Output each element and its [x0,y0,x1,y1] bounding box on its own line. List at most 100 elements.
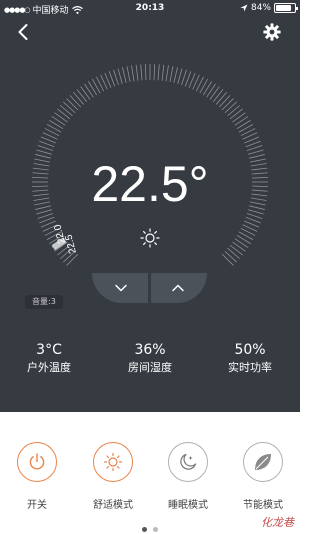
dial-tick [157,64,160,81]
dial-tick [153,64,156,81]
sun-icon [103,452,123,472]
chevron-up-icon [172,284,184,292]
dial-tick [140,64,143,81]
dial-tick [37,213,54,219]
dial-tick [245,140,261,148]
mode-label: 舒适模式 [93,500,133,511]
page-dot-active [142,527,147,532]
mode-label: 开关 [27,500,47,511]
dial-tick [49,120,64,130]
dial-tick [108,71,116,87]
dial-tick [161,64,165,81]
dial-tick [54,112,68,123]
dial-tick [88,81,98,96]
dial-tick [39,140,55,148]
dial-tick [169,66,174,83]
dial-tick [248,149,264,155]
stat-label: 户外温度 [27,361,71,374]
dial-tick [232,112,246,123]
dial-tick [234,238,249,248]
stats-row: 3°C 户外温度 36% 房间湿度 50% 实时功率 [0,342,300,382]
dial-tick [246,145,263,151]
comfort-mode-button[interactable]: 舒适模式 [83,442,143,511]
dial-tick [66,253,79,266]
dial-tick [215,92,227,105]
dial-tick [73,92,85,105]
dial-tick [36,149,52,155]
stat-value: 50% [234,342,266,358]
dial-tick [57,108,71,120]
dial-tick [246,213,263,219]
eco-mode-button[interactable]: 节能模式 [233,442,293,511]
stat-label: 实时功率 [228,361,272,374]
sleep-mode-button[interactable]: 睡眠模式 [158,442,218,511]
current-value: 22.5 [63,233,79,255]
dial-tick [51,116,66,126]
room-humidity: 36% 房间湿度 [110,342,190,375]
dial-tick [80,86,91,100]
page-dot [153,527,158,532]
power-icon [29,453,45,470]
dial-tick [181,69,187,86]
mode-label: 睡眠模式 [168,500,208,511]
comfort-circle[interactable] [93,442,133,482]
dial-tick [173,67,178,83]
dial-tick [224,250,237,263]
page-indicator [0,517,300,534]
dial-tick [76,89,88,103]
realtime-power: 50% 实时功率 [210,342,290,375]
dial-tick [221,98,234,111]
dial-tick [184,71,192,87]
stat-value: 3°C [36,342,62,358]
dial-tick [39,216,55,224]
dial-tick [66,98,79,111]
dial-tick [206,83,216,98]
power-button[interactable]: 开关 [7,442,67,511]
dial-tick [113,69,119,86]
dial-tick [117,68,123,84]
dial-tick [227,105,240,117]
dial-tick [224,101,237,114]
power-circle[interactable] [17,442,57,482]
dial-tick [84,83,94,98]
stat-value: 36% [134,342,166,358]
stat-label: 房间湿度 [128,361,172,374]
dial-tick [229,108,243,120]
dial-tick [209,86,220,100]
dial-tick [144,64,147,81]
moon-icon [180,453,197,470]
dial-tick [63,101,76,114]
dial-tick [165,65,169,82]
leaf-icon [255,454,271,470]
temperature-readout: 22.5° [91,156,209,212]
chevron-down-icon [115,284,127,292]
dial-tick [229,244,243,256]
dial-tick [236,234,251,244]
dial-tick [234,116,249,126]
dial-tick [202,81,212,96]
dial-tick [37,145,54,151]
watermark: 化龙巷 [261,516,294,529]
dial-tick [218,95,231,108]
mode-bar: 开关 舒适模式 睡眠模式 节能模式 [0,412,300,534]
volume-badge: 音量:3 [25,295,63,309]
eco-circle[interactable] [243,442,283,482]
dial-tick [131,65,135,82]
dial-tick [232,241,246,252]
dial-tick [126,66,131,83]
outdoor-temperature: 3°C 户外温度 [9,342,89,375]
dial-tick [227,247,240,259]
dial-tick [60,105,73,117]
dial-tick [69,95,82,108]
dial-tick [122,67,127,83]
thermostat-panel: ●●●●○ 中国移动 20:13 84% 22.0 22.5 22.5° 音量:… [0,0,300,412]
dial-tick [212,89,224,103]
dial-tick [236,120,251,130]
dial-tick [221,253,234,266]
sleep-circle[interactable] [168,442,208,482]
mode-label: 节能模式 [243,500,283,511]
dial-tick [245,216,261,224]
sun-icon [140,228,160,248]
dial-tick [177,68,183,84]
dial-tick [135,64,139,81]
